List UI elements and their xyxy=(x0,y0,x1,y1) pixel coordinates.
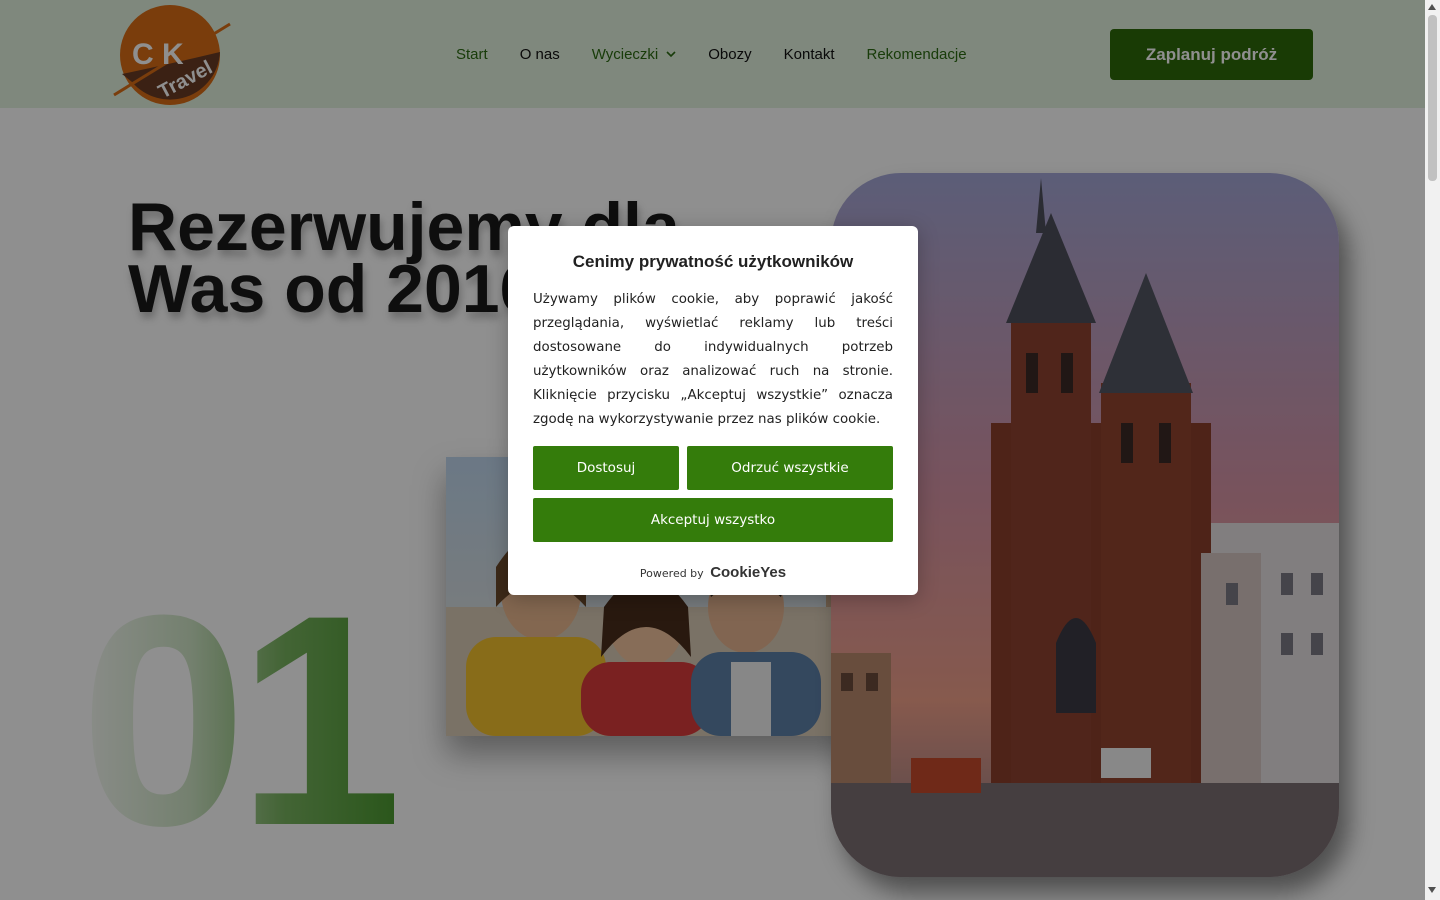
cookieyes-logo[interactable]: CookieYes xyxy=(710,564,786,581)
page-scrollbar[interactable] xyxy=(1425,0,1440,900)
scroll-thumb[interactable] xyxy=(1428,15,1437,181)
cookie-consent-modal: Cenimy prywatność użytkowników Używamy p… xyxy=(508,226,918,595)
reject-all-button[interactable]: Odrzuć wszystkie xyxy=(687,446,893,490)
cookie-modal-text: Używamy plików cookie, aby poprawić jako… xyxy=(533,292,893,427)
powered-by-label: Powered by xyxy=(639,567,704,580)
scroll-up-arrow-icon[interactable] xyxy=(1428,4,1436,10)
customize-button[interactable]: Dostosuj xyxy=(533,446,679,490)
accept-all-button[interactable]: Akceptuj wszystko xyxy=(533,498,893,542)
powered-by: Powered by CookieYes xyxy=(508,564,918,581)
cookie-modal-title: Cenimy prywatność użytkowników xyxy=(572,252,854,271)
scroll-down-arrow-icon[interactable] xyxy=(1428,887,1436,893)
